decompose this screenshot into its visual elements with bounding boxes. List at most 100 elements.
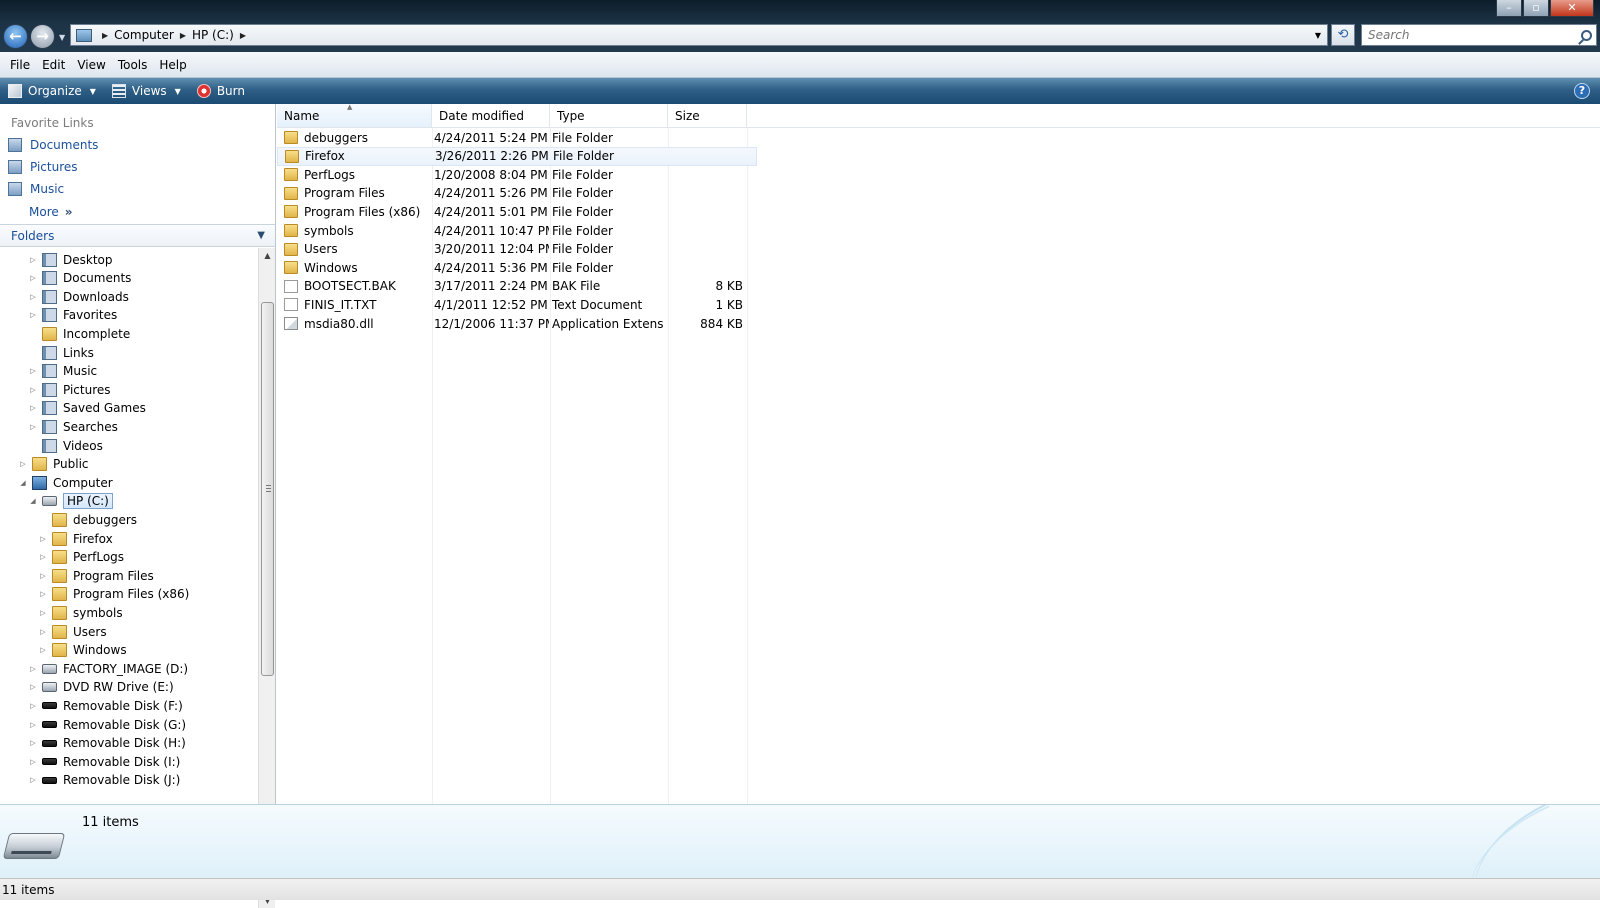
menu-file[interactable]: File xyxy=(4,58,36,72)
tree-item[interactable]: Videos xyxy=(28,436,103,455)
favorite-link-pictures[interactable]: Pictures xyxy=(8,160,78,174)
tree-item[interactable]: Links xyxy=(28,343,94,362)
tree-item[interactable]: ▷ Searches xyxy=(28,417,118,436)
address-bar[interactable]: ▶ Computer ▶ HP (C:) ▶ ▼ xyxy=(70,24,1328,46)
tree-item[interactable]: ▷ DVD RW Drive (E:) xyxy=(28,678,173,697)
tree-item[interactable]: ▷ Program Files xyxy=(38,566,154,585)
tree-item[interactable]: ▷ Users xyxy=(38,622,107,641)
expand-arrow-icon[interactable]: ▷ xyxy=(38,590,48,598)
file-row[interactable]: Firefox 3/26/2011 2:26 PM File Folder xyxy=(277,146,757,166)
search-icon[interactable] xyxy=(1581,29,1592,41)
favorite-link-documents[interactable]: Documents xyxy=(8,138,98,152)
expand-arrow-icon[interactable]: ▷ xyxy=(28,404,38,412)
expand-arrow-icon[interactable]: ▷ xyxy=(28,721,38,729)
file-row[interactable]: debuggers 4/24/2011 5:24 PM File Folder xyxy=(277,128,757,147)
expand-arrow-icon[interactable]: ▷ xyxy=(28,423,38,431)
tree-item[interactable]: ▷ Removable Disk (G:) xyxy=(28,715,186,734)
column-header-type[interactable]: Type xyxy=(550,104,668,128)
expand-arrow-icon[interactable]: ▷ xyxy=(28,739,38,747)
address-history-dropdown-icon[interactable]: ▼ xyxy=(1315,31,1321,40)
recent-pages-dropdown-icon[interactable]: ▼ xyxy=(59,33,65,42)
maximize-icon[interactable]: ▫ xyxy=(1523,0,1549,17)
expand-arrow-icon[interactable]: ▷ xyxy=(28,776,38,784)
tree-item[interactable]: ▷ Favorites xyxy=(28,306,117,325)
file-row[interactable]: BOOTSECT.BAK 3/17/2011 2:24 PM BAK File 8 K… xyxy=(277,277,757,296)
file-row[interactable]: Program Files (x86) 4/24/2011 5:01 PM File… xyxy=(277,202,757,221)
breadcrumb-computer[interactable]: Computer xyxy=(114,28,174,42)
tree-item[interactable]: ▷ FACTORY_IMAGE (D:) xyxy=(28,659,188,678)
file-row[interactable]: Users 3/20/2011 12:04 PM File Folder xyxy=(277,240,757,259)
expand-arrow-icon[interactable]: ▷ xyxy=(28,386,38,394)
tree-item[interactable]: ▷ symbols xyxy=(38,603,123,622)
minimize-icon[interactable]: – xyxy=(1496,0,1522,17)
tree-item[interactable]: ▷ Public xyxy=(18,455,89,474)
expand-arrow-icon[interactable]: ▷ xyxy=(38,572,48,580)
breadcrumb-arrow-icon[interactable]: ▶ xyxy=(180,31,186,40)
expanded-arrow-icon[interactable]: ◢ xyxy=(28,497,38,505)
tree-item[interactable]: ▷ Music xyxy=(28,362,97,381)
expand-arrow-icon[interactable]: ▷ xyxy=(28,683,38,691)
breadcrumb-arrow-icon[interactable]: ▶ xyxy=(240,31,246,40)
tree-item[interactable]: ▷ Saved Games xyxy=(28,399,146,418)
expand-arrow-icon[interactable]: ▷ xyxy=(28,256,38,264)
file-row[interactable]: Windows 4/24/2011 5:36 PM File Folder xyxy=(277,258,757,277)
tree-item[interactable]: ▷ Desktop xyxy=(28,250,113,269)
expand-arrow-icon[interactable]: ▷ xyxy=(38,535,48,543)
menu-tools[interactable]: Tools xyxy=(112,58,154,72)
expand-arrow-icon[interactable]: ▷ xyxy=(28,702,38,710)
column-header-name[interactable]: ▲ Name xyxy=(277,103,432,128)
menu-help[interactable]: Help xyxy=(153,58,192,72)
expand-arrow-icon[interactable]: ▷ xyxy=(18,460,28,468)
tree-item[interactable]: ▷ Removable Disk (H:) xyxy=(28,734,186,753)
expand-arrow-icon[interactable]: ▷ xyxy=(38,609,48,617)
organize-button[interactable]: Organize ▼ xyxy=(0,78,104,104)
folders-header[interactable]: Folders ▼ xyxy=(0,224,275,247)
refresh-button[interactable]: ⟲ xyxy=(1331,24,1355,46)
tree-item[interactable]: ◢ HP (C:) xyxy=(28,492,113,511)
expanded-arrow-icon[interactable]: ◢ xyxy=(18,479,28,487)
expand-arrow-icon[interactable]: ▷ xyxy=(28,274,38,282)
help-icon[interactable]: ? xyxy=(1574,83,1590,99)
scroll-thumb[interactable] xyxy=(261,302,274,676)
menu-edit[interactable]: Edit xyxy=(36,58,71,72)
search-input[interactable] xyxy=(1366,27,1566,43)
scroll-up-icon[interactable]: ▲ xyxy=(259,248,276,263)
file-row[interactable]: FINIS_IT.TXT 4/1/2011 12:52 PM Text Docume… xyxy=(277,295,757,314)
expand-arrow-icon[interactable]: ▷ xyxy=(38,553,48,561)
expand-arrow-icon[interactable]: ▷ xyxy=(28,758,38,766)
file-row[interactable]: msdia80.dll 12/1/2006 11:37 PM Application… xyxy=(277,314,757,333)
expand-arrow-icon[interactable]: ▷ xyxy=(28,311,38,319)
breadcrumb-hp-c[interactable]: HP (C:) xyxy=(192,28,234,42)
more-links[interactable]: More » xyxy=(29,205,73,219)
column-header-size[interactable]: Size xyxy=(668,104,747,128)
tree-item[interactable]: ▷ Removable Disk (J:) xyxy=(28,771,180,790)
burn-button[interactable]: Burn xyxy=(189,78,253,104)
tree-item[interactable]: ▷ Windows xyxy=(38,641,127,660)
tree-item[interactable]: ▷ Downloads xyxy=(28,287,129,306)
tree-item[interactable]: ▷ Removable Disk (F:) xyxy=(28,696,183,715)
breadcrumb-arrow-icon[interactable]: ▶ xyxy=(102,31,108,40)
tree-item[interactable]: ▷ Firefox xyxy=(38,529,113,548)
tree-item[interactable]: ▷ Documents xyxy=(28,269,131,288)
tree-item[interactable]: ▷ Pictures xyxy=(28,380,111,399)
tree-item[interactable]: ▷ Program Files (x86) xyxy=(38,585,189,604)
expand-arrow-icon[interactable]: ▷ xyxy=(28,293,38,301)
file-row[interactable]: Program Files 4/24/2011 5:26 PM File Folde… xyxy=(277,184,757,203)
expand-arrow-icon[interactable]: ▷ xyxy=(38,646,48,654)
file-row[interactable]: PerfLogs 1/20/2008 8:04 PM File Folder xyxy=(277,165,757,184)
tree-item[interactable]: ▷ PerfLogs xyxy=(38,548,124,567)
tree-item[interactable]: Incomplete xyxy=(28,324,130,343)
tree-item[interactable]: ◢ Computer xyxy=(18,473,113,492)
expand-arrow-icon[interactable]: ▷ xyxy=(28,367,38,375)
expand-arrow-icon[interactable]: ▷ xyxy=(38,628,48,636)
expand-arrow-icon[interactable]: ▷ xyxy=(28,665,38,673)
favorite-link-music[interactable]: Music xyxy=(8,182,64,196)
close-icon[interactable]: ✕ xyxy=(1550,0,1594,17)
column-header-date-modified[interactable]: Date modified xyxy=(432,104,550,128)
views-button[interactable]: Views ▼ xyxy=(104,78,189,104)
tree-item[interactable]: debuggers xyxy=(38,510,137,529)
back-button[interactable]: ← xyxy=(3,24,28,49)
search-box[interactable] xyxy=(1361,24,1597,46)
file-row[interactable]: symbols 4/24/2011 10:47 PM File Folder xyxy=(277,221,757,240)
tree-item[interactable]: ▷ Removable Disk (I:) xyxy=(28,752,180,771)
